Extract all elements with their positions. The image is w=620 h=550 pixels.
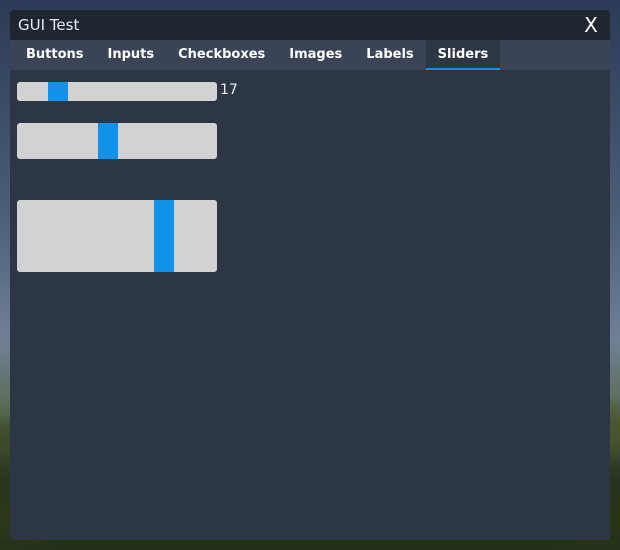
tab-inputs[interactable]: Inputs [96,40,167,70]
close-button[interactable]: X [580,13,602,37]
window-title: GUI Test [18,16,80,34]
tab-label: Checkboxes [178,46,266,62]
slider-value-label: 17 [220,82,238,98]
title-bar[interactable]: GUI Test X [10,10,610,40]
tab-bar: Buttons Inputs Checkboxes Images Labels … [10,40,610,70]
tab-label: Images [289,46,343,62]
gui-window: GUI Test X Buttons Inputs Checkboxes Ima… [10,10,610,540]
tab-sliders[interactable]: Sliders [425,40,501,70]
large-slider[interactable] [17,200,217,272]
tab-labels[interactable]: Labels [354,40,425,70]
small-slider[interactable] [17,82,217,101]
tab-checkboxes[interactable]: Checkboxes [166,40,277,70]
tab-label: Sliders [437,46,489,62]
tab-label: Labels [366,46,414,62]
medium-slider[interactable] [17,123,217,159]
tab-buttons[interactable]: Buttons [14,40,96,70]
slider-handle[interactable] [98,123,118,159]
tab-label: Buttons [26,46,84,62]
slider-handle[interactable] [154,200,174,272]
tab-images[interactable]: Images [277,40,354,70]
tab-label: Inputs [107,46,155,62]
slider-handle[interactable] [48,82,68,101]
